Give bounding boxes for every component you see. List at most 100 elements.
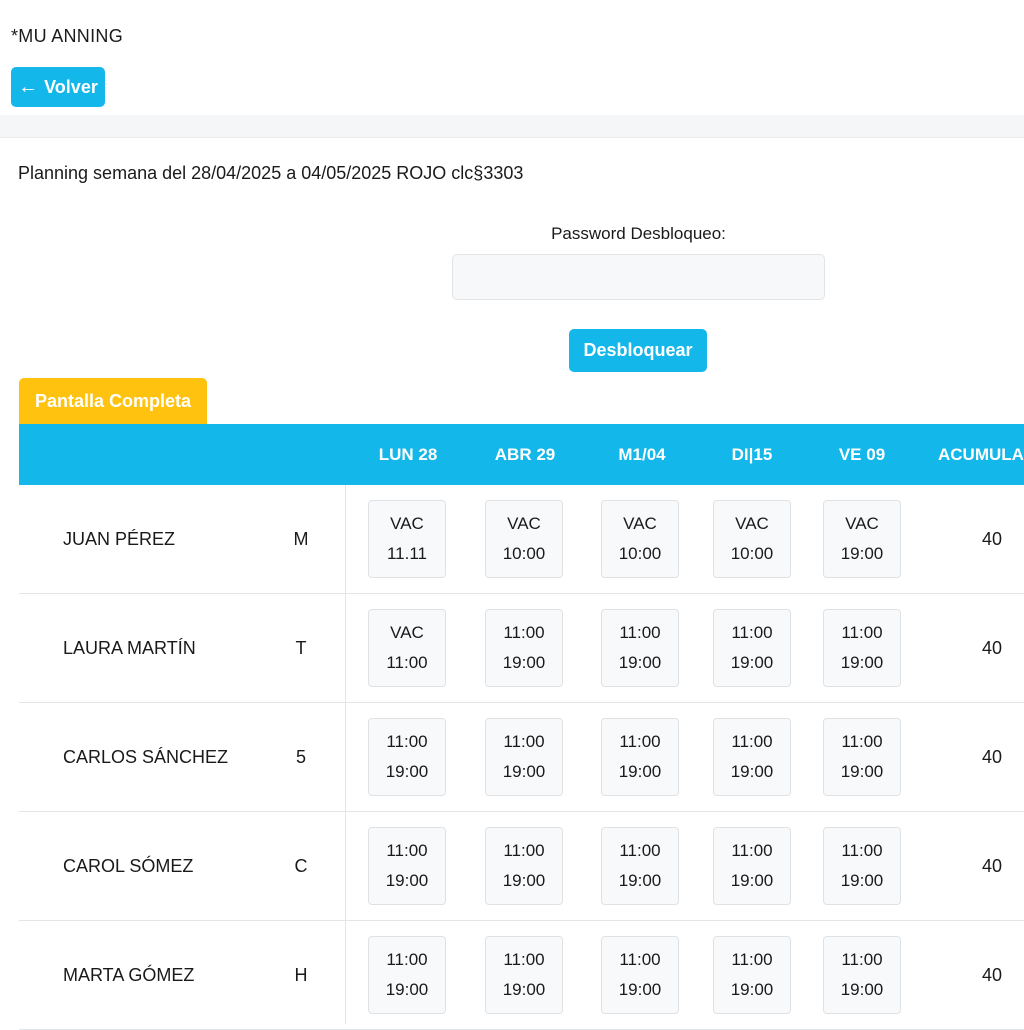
cell-start-time: 11:00 xyxy=(619,732,661,751)
schedule-cell[interactable]: 11:00 19:00 xyxy=(485,609,563,687)
schedule-cell[interactable]: 11:00 19:00 xyxy=(368,827,446,905)
cell-start-time: VAC xyxy=(390,514,424,533)
schedule-cell[interactable]: 11:00 19:00 xyxy=(823,718,901,796)
schedule-header: LUN 28 ABR 29 M1/04 DI|15 VE 09 ACUMULAD xyxy=(19,424,1024,485)
password-input[interactable] xyxy=(452,254,825,300)
cell-start-time: 11:00 xyxy=(731,732,773,751)
cell-end-time: 10:00 xyxy=(730,544,774,563)
column-header-day-1: LUN 28 xyxy=(378,444,438,464)
employee-name: CARLOS SÁNCHEZ xyxy=(63,747,229,767)
accumulated-hours: 40 xyxy=(981,529,1003,549)
accumulated-hours: 40 xyxy=(981,638,1003,658)
section-divider xyxy=(0,115,1024,138)
cell-end-time: 19:00 xyxy=(840,980,884,999)
password-label: Password Desbloqueo: xyxy=(551,224,726,243)
schedule-cell[interactable]: VAC 19:00 xyxy=(823,500,901,578)
cell-start-time: 11:00 xyxy=(619,623,661,642)
cell-start-time: VAC xyxy=(390,623,424,642)
employee-name: LAURA MARTÍN xyxy=(63,638,196,658)
schedule-cell[interactable]: 11:00 19:00 xyxy=(485,718,563,796)
column-header-day-2: ABR 29 xyxy=(494,444,556,464)
schedule-cell[interactable]: 11:00 19:00 xyxy=(601,718,679,796)
employee-shift-code: H xyxy=(294,965,308,985)
schedule-cell[interactable]: 11:00 19:00 xyxy=(713,936,791,1014)
column-header-day-3: M1/04 xyxy=(618,444,666,464)
employee-shift-code: T xyxy=(295,638,307,658)
schedule-cell[interactable]: 11:00 19:00 xyxy=(485,827,563,905)
table-row: MARTA GÓMEZ H 11:00 19:00 11:00 19:00 11:00 19:… xyxy=(19,921,1024,1030)
back-button-label: Volver xyxy=(44,76,98,97)
table-row: LAURA MARTÍN T VAC 11:00 11:00 19:00 11:00 19:0… xyxy=(19,594,1024,703)
cell-start-time: 11:00 xyxy=(841,950,883,969)
cell-start-time: 11:00 xyxy=(503,841,545,860)
cell-start-time: 11:00 xyxy=(731,950,773,969)
cell-start-time: VAC xyxy=(845,514,879,533)
cell-start-time: 11:00 xyxy=(841,732,883,751)
cell-end-time: 10:00 xyxy=(502,544,546,563)
cell-start-time: 11:00 xyxy=(619,950,661,969)
cell-start-time: 11:00 xyxy=(619,841,661,860)
cell-end-time: 19:00 xyxy=(502,653,546,672)
cell-start-time: 11:00 xyxy=(386,950,428,969)
cell-end-time: 19:00 xyxy=(618,980,662,999)
app-title: *MU ANNING xyxy=(11,26,124,46)
accumulated-hours: 40 xyxy=(981,747,1003,767)
cell-start-time: 11:00 xyxy=(841,841,883,860)
schedule-cell[interactable]: 11:00 19:00 xyxy=(601,609,679,687)
table-row: JUAN PÉREZ M VAC 11.11 VAC 10:00 VAC 10:00 VAC 10… xyxy=(19,485,1024,594)
cell-end-time: 19:00 xyxy=(840,653,884,672)
cell-start-time: 11:00 xyxy=(503,732,545,751)
schedule-cell[interactable]: 11:00 19:00 xyxy=(823,609,901,687)
cell-start-time: VAC xyxy=(735,514,769,533)
schedule-cell[interactable]: 11:00 19:00 xyxy=(713,609,791,687)
cell-end-time: 19:00 xyxy=(730,762,774,781)
cell-end-time: 11:00 xyxy=(386,653,428,672)
cell-end-time: 19:00 xyxy=(840,871,884,890)
cell-end-time: 11.11 xyxy=(386,544,428,563)
schedule-cell[interactable]: VAC 10:00 xyxy=(485,500,563,578)
schedule-cell[interactable]: 11:00 19:00 xyxy=(368,718,446,796)
table-row: CAROL SÓMEZ C 11:00 19:00 11:00 19:00 11:00 19:… xyxy=(19,812,1024,921)
column-header-day-4: DI|15 xyxy=(731,444,773,464)
cell-end-time: 19:00 xyxy=(730,871,774,890)
arrow-left-icon: ← xyxy=(18,76,39,98)
unlock-button[interactable]: Desbloquear xyxy=(569,329,707,372)
schedule-cell[interactable]: VAC 11.11 xyxy=(368,500,446,578)
table-row: CARLOS SÁNCHEZ 5 11:00 19:00 11:00 19:00 11:00… xyxy=(19,703,1024,812)
employee-name: MARTA GÓMEZ xyxy=(63,965,195,985)
cell-start-time: 11:00 xyxy=(841,623,883,642)
schedule-cell[interactable]: 11:00 19:00 xyxy=(601,827,679,905)
cell-end-time: 19:00 xyxy=(730,980,774,999)
employee-name: JUAN PÉREZ xyxy=(63,529,176,549)
cell-end-time: 19:00 xyxy=(385,762,429,781)
employee-shift-code: C xyxy=(294,856,308,876)
schedule-cell[interactable]: 11:00 19:00 xyxy=(601,936,679,1014)
schedule-cell[interactable]: VAC 10:00 xyxy=(713,500,791,578)
employee-shift-code: 5 xyxy=(295,747,306,767)
cell-end-time: 19:00 xyxy=(502,871,546,890)
schedule-cell[interactable]: VAC 10:00 xyxy=(601,500,679,578)
cell-start-time: VAC xyxy=(507,514,541,533)
schedule-cell[interactable]: 11:00 19:00 xyxy=(823,827,901,905)
cell-start-time: 11:00 xyxy=(503,950,545,969)
column-header-day-5: VE 09 xyxy=(838,444,886,464)
cell-start-time: VAC xyxy=(623,514,657,533)
schedule-cell[interactable]: 11:00 19:00 xyxy=(823,936,901,1014)
schedule-cell[interactable]: 11:00 19:00 xyxy=(368,936,446,1014)
schedule-cell[interactable]: VAC 11:00 xyxy=(368,609,446,687)
schedule-cell[interactable]: 11:00 19:00 xyxy=(713,827,791,905)
schedule-cell[interactable]: 11:00 19:00 xyxy=(713,718,791,796)
back-button[interactable]: ← Volver xyxy=(11,67,105,107)
cell-end-time: 19:00 xyxy=(840,762,884,781)
column-header-total: ACUMULAD xyxy=(938,444,1024,464)
cell-end-time: 19:00 xyxy=(730,653,774,672)
fullscreen-button[interactable]: Pantalla Completa xyxy=(19,378,207,424)
cell-end-time: 10:00 xyxy=(618,544,662,563)
accumulated-hours: 40 xyxy=(981,856,1003,876)
cell-end-time: 19:00 xyxy=(618,653,662,672)
cell-end-time: 19:00 xyxy=(502,762,546,781)
cell-start-time: 11:00 xyxy=(503,623,545,642)
cell-end-time: 19:00 xyxy=(385,871,429,890)
cell-end-time: 19:00 xyxy=(385,980,429,999)
schedule-cell[interactable]: 11:00 19:00 xyxy=(485,936,563,1014)
